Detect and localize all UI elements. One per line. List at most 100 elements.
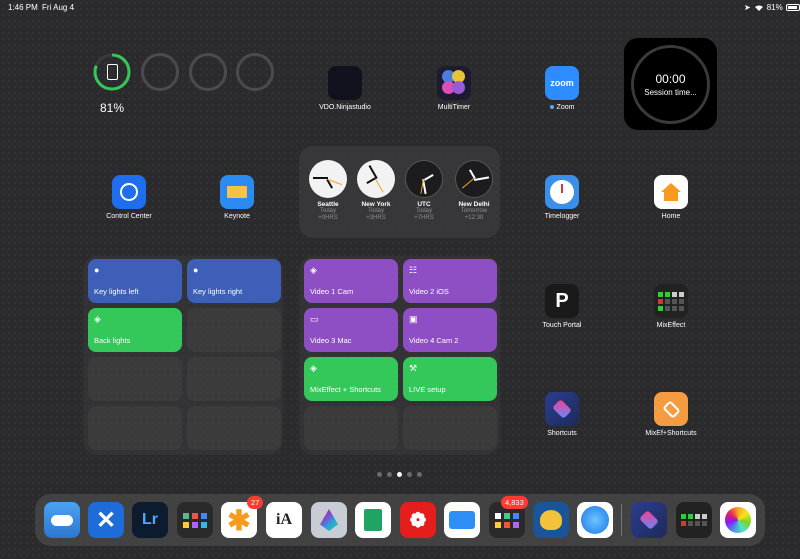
clock-second-hand: [461, 178, 474, 189]
dock-lightroom-app[interactable]: Lr: [132, 502, 168, 538]
timer-widget[interactable]: 00:00 Session time...: [624, 38, 717, 130]
shortcut-tile[interactable]: ◈ MixEffect + Shortcuts: [304, 357, 398, 401]
shortcuts-icon: [545, 392, 579, 426]
dock-safari-app[interactable]: [577, 502, 613, 538]
shortcut-label: Video 1 Cam: [310, 287, 354, 296]
control-center-icon: [112, 175, 146, 209]
clock-face: [309, 160, 347, 198]
clock-day: Tomorrow: [460, 208, 488, 214]
shortcut-tile[interactable]: ◈ Back lights: [88, 308, 182, 352]
world-clock-widget[interactable]: Seattle Today +0HRS New York Today +3HRS UTC To…: [299, 146, 500, 238]
dock-ia-writer-app[interactable]: iA: [266, 502, 302, 538]
shortcut-label: Key lights left: [94, 287, 139, 296]
clock-face: [455, 160, 493, 198]
touch-portal-icon: P: [545, 284, 579, 318]
app-control-center[interactable]: Control Center: [89, 175, 169, 220]
clock-hand: [424, 174, 434, 181]
app-timelogger[interactable]: Timelogger: [522, 175, 602, 220]
dock-cyberduck-app[interactable]: [533, 502, 569, 538]
vdo-ninja-icon: [328, 66, 362, 100]
mixeffect-icon: [654, 284, 688, 318]
shortcut-label: Video 4 Cam 2: [409, 336, 459, 345]
clock-offset: +0HRS: [318, 215, 338, 221]
ipad-icon: [107, 64, 118, 80]
battery-ring-empty: [236, 53, 274, 91]
layers-icon: ◈: [94, 314, 101, 324]
app-home[interactable]: Home: [631, 175, 711, 220]
shortcut-tile[interactable]: ◈ Video 1 Cam: [304, 259, 398, 303]
empty-slot: [187, 308, 281, 352]
shortcut-tile[interactable]: ● Key lights right: [187, 259, 281, 303]
app-touch-portal[interactable]: P Touch Portal: [522, 284, 602, 329]
dock-weather-app[interactable]: [44, 502, 80, 538]
clock-face: [405, 160, 443, 198]
shortcut-tile[interactable]: ● Key lights left: [88, 259, 182, 303]
empty-slot: [187, 357, 281, 401]
empty-slot: [88, 406, 182, 450]
app-shortcuts[interactable]: Shortcuts: [522, 392, 602, 437]
status-time: 1:46 PM: [8, 3, 38, 12]
folder-grid-icon: [183, 512, 207, 528]
battery-percent: 81%: [766, 3, 783, 12]
shortcut-label: Video 3 Mac: [310, 336, 352, 345]
app-zoom[interactable]: zoom Zoom: [522, 66, 602, 111]
clock-hand: [368, 165, 378, 179]
page-dot[interactable]: [387, 472, 392, 477]
clock-face: [357, 160, 395, 198]
world-clock: UTC Today +7HRS: [402, 160, 446, 222]
camera-icon: ▣: [409, 314, 418, 324]
app-vdo-ninja[interactable]: VDO.Ninjastudio: [305, 66, 385, 111]
lightbulb-icon: ●: [193, 265, 199, 275]
clock-day: Today: [319, 208, 336, 214]
folder-icon: [449, 511, 475, 529]
zoom-update-dot: [549, 105, 554, 109]
shortcut-tile[interactable]: ☷ Video 2 iOS: [403, 259, 497, 303]
app-mixef-shortcuts[interactable]: MixEf+Shortcuts: [631, 392, 711, 437]
home-icon: [654, 175, 688, 209]
status-date: Fri Aug 4: [42, 3, 75, 12]
notification-badge: 4,833: [501, 496, 528, 509]
page-dot[interactable]: [407, 472, 412, 477]
multitimer-icon: [437, 66, 471, 100]
empty-slot: [187, 406, 281, 450]
dock-acrobat-app[interactable]: ❁: [400, 502, 436, 538]
dock-photos-app[interactable]: [720, 502, 756, 538]
clock-city: New Delhi: [458, 201, 490, 208]
dock-pixelmator-app[interactable]: ✕: [88, 502, 124, 538]
timer-label: Session time...: [644, 88, 697, 97]
layers-icon: ◈: [310, 265, 317, 275]
empty-slot: [304, 406, 398, 450]
battery-widget[interactable]: 81%: [83, 38, 283, 130]
shortcut-tile[interactable]: ▭ Video 3 Mac: [304, 308, 398, 352]
shortcut-tile[interactable]: ⚒ LIVE setup: [403, 357, 497, 401]
dock-affinity-app[interactable]: [311, 502, 347, 538]
app-keynote[interactable]: Keynote: [197, 175, 277, 220]
page-dot-active[interactable]: [397, 472, 402, 477]
battery-widget-percent: 81%: [100, 101, 125, 115]
dock-app-folder[interactable]: [177, 502, 213, 538]
clock-offset: +12:30: [464, 215, 484, 221]
shortcut-label: Key lights right: [193, 287, 243, 296]
shortcut-tile[interactable]: ▣ Video 4 Cam 2: [403, 308, 497, 352]
compass-icon: [581, 506, 609, 534]
sheets-icon: [364, 509, 382, 531]
hammer-icon: ⚒: [409, 363, 418, 373]
dock-sheets-app[interactable]: [355, 502, 391, 538]
world-clock: New York Today +3HRS: [354, 160, 398, 222]
cloud-icon: [51, 514, 73, 526]
clock-hand: [474, 176, 490, 181]
dock-shortcuts-app[interactable]: [631, 502, 667, 538]
layers-icon: ◈: [310, 363, 317, 373]
mixer-icon: [681, 514, 707, 526]
lightbulb-icon: ●: [94, 265, 100, 275]
app-multitimer[interactable]: MultiTimer: [414, 66, 494, 111]
world-clock: Seattle Today +0HRS: [306, 160, 350, 222]
app-mixeffect[interactable]: MixEffect: [631, 284, 711, 329]
clock-offset: +3HRS: [366, 215, 386, 221]
dock-mixeffect-app[interactable]: [676, 502, 712, 538]
dock-files-app[interactable]: [444, 502, 480, 538]
page-dot[interactable]: [377, 472, 382, 477]
shortcut-label: Back lights: [94, 336, 131, 345]
page-dot[interactable]: [417, 472, 422, 477]
empty-slot: [403, 406, 497, 450]
